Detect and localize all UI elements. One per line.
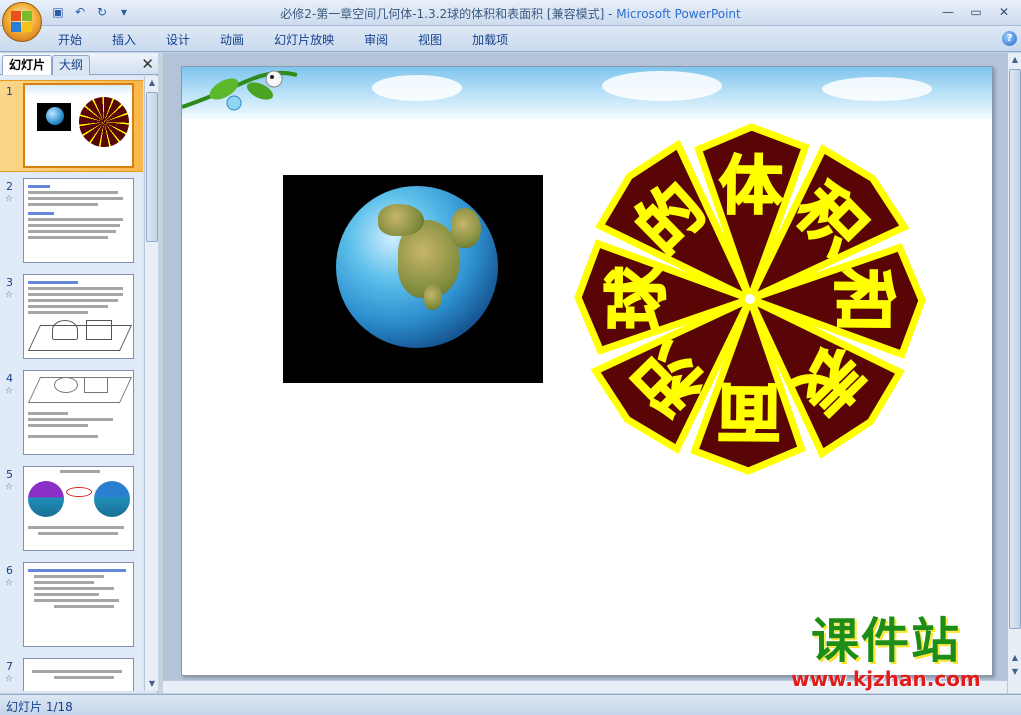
scroll-down-icon[interactable]: ▼ [146, 677, 158, 691]
tab-home[interactable]: 开始 [58, 31, 97, 49]
tab-slideshow[interactable]: 幻灯片放映 [259, 31, 349, 49]
tab-insert[interactable]: 插入 [97, 31, 151, 49]
watermark-name: 课件站 [810, 613, 961, 669]
ribbon-tab-bar: 开始 插入 设计 动画 幻灯片放映 审阅 视图 加载项 ? [0, 26, 1021, 52]
maximize-icon[interactable]: ▭ [963, 3, 989, 21]
slide-thumbnail[interactable] [23, 466, 134, 551]
next-slide-icon[interactable]: ▼ [1009, 665, 1021, 679]
panel-tabs: 幻灯片 大纲 ✕ [0, 53, 158, 75]
earth-globe [336, 186, 498, 348]
animation-star-icon: ☆ [5, 482, 14, 492]
slide-number: 7 [6, 660, 13, 673]
petal-character: 球 [601, 265, 676, 331]
tab-view[interactable]: 视图 [403, 31, 457, 49]
tab-slides[interactable]: 幻灯片 [2, 55, 53, 75]
thumb-flower-image [79, 97, 129, 147]
application-name: Microsoft PowerPoint [616, 7, 741, 21]
slide-number: 5 [6, 468, 13, 481]
title-bar: ▣ ↶ ↻ ▾ 必修2-第一章空间几何体-1.3.2球的体积和表面积 [兼容模式… [0, 0, 1021, 26]
slide-number: 3 [6, 276, 13, 289]
animation-star-icon: ☆ [5, 386, 14, 396]
animation-star-icon: ☆ [5, 194, 14, 204]
vine-decoration-icon [182, 70, 298, 111]
close-icon[interactable]: ✕ [991, 3, 1017, 21]
title-flower-wordart[interactable]: 球的体积和表面积 [570, 119, 930, 489]
earth-image[interactable] [283, 175, 543, 383]
slide-number: 1 [6, 85, 13, 98]
close-icon[interactable]: ✕ [141, 55, 154, 73]
site-watermark-logo: 课件站 www.kjzhan.com [768, 614, 1004, 690]
help-icon[interactable]: ? [1002, 31, 1017, 46]
petal-character: 体 [719, 150, 784, 225]
title-separator: - [604, 7, 617, 21]
slides-panel: 幻灯片 大纲 ✕ 1 2 ☆ 3 ☆ 4 ☆ 5 ☆ 6 ☆ 7 ☆ ▲ ▼ [0, 53, 158, 693]
thumbnail-scrollbar[interactable]: ▲ ▼ [144, 76, 158, 691]
slide-scrollbar[interactable]: ▲ ▲ ▼ [1007, 53, 1021, 693]
slide-thumbnail-row[interactable]: 5 ☆ [0, 464, 143, 556]
watermark-url: www.kjzhan.com [791, 667, 981, 691]
thumb-earth-image [37, 103, 71, 131]
animation-star-icon: ☆ [5, 290, 14, 300]
slide-indicator: 幻灯片 1/18 [6, 700, 73, 714]
slide-number: 6 [6, 564, 13, 577]
tab-review[interactable]: 审阅 [349, 31, 403, 49]
slide-number: 2 [6, 180, 13, 193]
slide-thumbnail-row[interactable]: 2 ☆ [0, 176, 143, 268]
slide-canvas[interactable]: 球的体积和表面积 [181, 66, 993, 676]
scroll-up-icon[interactable]: ▲ [1009, 53, 1021, 67]
slide-thumbnail-row[interactable]: 1 [0, 80, 143, 172]
minimize-icon[interactable]: — [935, 3, 961, 21]
window-controls: — ▭ ✕ [935, 3, 1017, 21]
slide-thumbnail-row[interactable]: 7 ☆ [0, 656, 143, 691]
slide-thumbnail[interactable] [23, 274, 134, 359]
scroll-up-icon[interactable]: ▲ [146, 76, 158, 90]
animation-star-icon: ☆ [5, 674, 14, 684]
scrollbar-thumb[interactable] [146, 92, 158, 242]
status-bar: 幻灯片 1/18 [0, 694, 1021, 715]
slide-thumbnail[interactable] [23, 562, 134, 647]
window-title: 必修2-第一章空间几何体-1.3.2球的体积和表面积 [兼容模式] - Micr… [0, 5, 1021, 22]
petal-character: 面 [717, 374, 782, 449]
tab-design[interactable]: 设计 [151, 31, 205, 49]
tab-addins[interactable]: 加载项 [457, 31, 523, 49]
slide-number: 4 [6, 372, 13, 385]
thumbnail-list: 1 2 ☆ 3 ☆ 4 ☆ 5 ☆ 6 ☆ 7 ☆ [0, 76, 143, 691]
slide-thumbnail[interactable] [23, 178, 134, 263]
slide-thumbnail-row[interactable]: 6 ☆ [0, 560, 143, 652]
animation-star-icon: ☆ [5, 578, 14, 588]
slide-thumbnail-row[interactable]: 4 ☆ [0, 368, 143, 460]
ribbon-tabs: 开始 插入 设计 动画 幻灯片放映 审阅 视图 加载项 [58, 31, 523, 49]
slide-editor: 球的体积和表面积 ▲ ▲ ▼ [163, 53, 1021, 693]
slide-thumbnail[interactable] [23, 83, 134, 168]
petal-character: 和 [825, 268, 900, 333]
flower-center [745, 294, 755, 304]
slide-thumbnail-row[interactable]: 3 ☆ [0, 272, 143, 364]
slide-thumbnail[interactable] [23, 658, 134, 691]
previous-slide-icon[interactable]: ▲ [1009, 651, 1021, 665]
office-button-icon[interactable] [2, 2, 42, 42]
tab-outline[interactable]: 大纲 [52, 55, 91, 75]
document-title: 必修2-第一章空间几何体-1.3.2球的体积和表面积 [兼容模式] [280, 7, 605, 21]
scrollbar-thumb[interactable] [1009, 69, 1021, 629]
slide-thumbnail[interactable] [23, 370, 134, 455]
tab-animations[interactable]: 动画 [205, 31, 259, 49]
